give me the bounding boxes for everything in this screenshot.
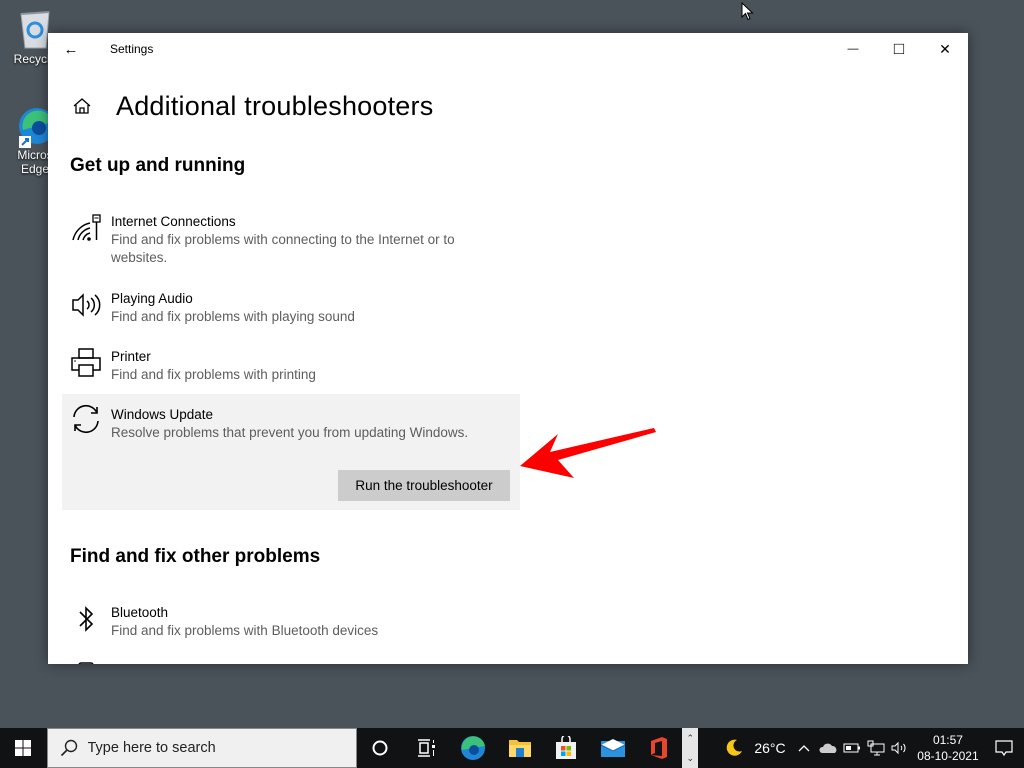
maximize-icon: □: [893, 39, 905, 58]
close-button[interactable]: ✕: [922, 33, 968, 65]
home-icon[interactable]: [70, 94, 94, 118]
back-arrow-icon: ←: [63, 40, 79, 58]
search-input[interactable]: [87, 740, 348, 756]
troubleshooter-playing-audio[interactable]: Playing Audio Find and fix problems with…: [62, 289, 520, 326]
item-name: Playing Audio: [111, 291, 193, 306]
annotation-arrow-icon: [520, 428, 656, 478]
chevron-up-icon: [798, 745, 810, 752]
printer-icon: [70, 347, 102, 379]
troubleshooter-printer[interactable]: Printer Find and fix problems with print…: [62, 347, 520, 384]
item-name: Internet Connections: [111, 214, 236, 229]
weather-button[interactable]: [720, 728, 748, 768]
taskbar-mail-button[interactable]: [589, 728, 636, 768]
item-name: Windows Update: [111, 407, 214, 422]
taskbar-office-button[interactable]: [636, 728, 683, 768]
start-button[interactable]: [0, 728, 47, 768]
item-description: Find and fix problems with printing: [111, 367, 316, 382]
chevron-down-icon: ⌄: [686, 752, 694, 763]
taskbar-search-box[interactable]: [46, 728, 357, 768]
mail-icon: [600, 739, 625, 757]
minimize-button[interactable]: —: [830, 33, 876, 65]
item-description: Find and fix problems with connecting to…: [111, 232, 455, 265]
sync-icon: [70, 403, 102, 435]
maximize-button[interactable]: □: [876, 33, 922, 65]
item-name: Printer: [111, 349, 151, 364]
run-troubleshooter-button[interactable]: Run the troubleshooter: [338, 470, 510, 501]
taskbar-edge-button[interactable]: [450, 728, 497, 768]
moon-icon: [726, 739, 742, 756]
minimize-icon: —: [847, 43, 859, 55]
system-tray: 26°C 01:57 08-10-2021: [720, 728, 1024, 768]
clock-time: 01:57: [932, 733, 963, 747]
bluetooth-icon: [70, 603, 102, 635]
battery-icon: [843, 743, 860, 753]
title-bar: ← Settings — □ ✕: [48, 33, 968, 65]
troubleshooter-directaccess[interactable]: Connection to a Workplace Using DirectAc…: [62, 661, 520, 664]
battery-button[interactable]: [840, 728, 864, 768]
device-icon: [70, 661, 102, 664]
onedrive-button[interactable]: [816, 728, 840, 768]
page-title: Additional troubleshooters: [116, 90, 434, 121]
network-icon: [867, 740, 885, 756]
edge-icon: [461, 736, 486, 760]
clock[interactable]: 01:57 08-10-2021: [912, 732, 984, 764]
store-icon: [556, 736, 577, 759]
close-icon: ✕: [939, 40, 951, 57]
troubleshooter-bluetooth[interactable]: Bluetooth Find and fix problems with Blu…: [62, 603, 520, 640]
task-view-button[interactable]: [403, 728, 450, 768]
office-icon: [651, 737, 668, 759]
folder-icon: [508, 740, 531, 757]
item-description: Find and fix problems with playing sound: [111, 309, 355, 324]
weather-temperature[interactable]: 26°C: [748, 728, 792, 768]
section-title-find-and-fix-other-problems: Find and fix other problems: [70, 546, 321, 567]
taskbar: ⌃ ⌄ 26°C 01:57 08-10-2021: [0, 728, 1024, 768]
action-center-button[interactable]: [984, 728, 1024, 768]
item-description: Resolve problems that prevent you from u…: [111, 425, 469, 440]
show-hidden-icons-button[interactable]: [792, 728, 816, 768]
mouse-cursor-icon: [741, 2, 754, 21]
settings-window: ← Settings — □ ✕ Additional troubleshoot…: [48, 33, 968, 664]
taskbar-store-button[interactable]: [543, 728, 590, 768]
taskbar-scroll-button[interactable]: ⌃ ⌄: [682, 728, 698, 768]
speaker-icon: [70, 289, 102, 321]
cortana-button[interactable]: [357, 728, 404, 768]
search-icon: [60, 739, 77, 757]
cortana-icon: [372, 740, 388, 756]
windows-logo-icon: [15, 740, 32, 756]
notification-icon: [995, 740, 1013, 756]
back-button[interactable]: ←: [48, 33, 94, 65]
chevron-up-icon: ⌃: [686, 732, 694, 743]
item-name: Bluetooth: [111, 605, 169, 620]
page-content: Additional troubleshooters Get up and ru…: [62, 89, 950, 664]
clock-date: 08-10-2021: [917, 749, 979, 763]
taskbar-file-explorer-button[interactable]: [496, 728, 543, 768]
window-title: Settings: [110, 42, 154, 56]
section-title-get-up-and-running: Get up and running: [70, 155, 246, 176]
wifi-network-icon: [70, 212, 102, 244]
troubleshooter-windows-update[interactable]: Windows Update Resolve problems that pre…: [62, 394, 520, 510]
network-button[interactable]: [864, 728, 888, 768]
task-view-icon: [417, 739, 435, 757]
troubleshooter-internet-connections[interactable]: Internet Connections Find and fix proble…: [62, 212, 520, 267]
item-description: Find and fix problems with Bluetooth dev…: [111, 623, 379, 638]
cloud-icon: [819, 743, 837, 753]
volume-button[interactable]: [888, 728, 912, 768]
item-name: Connection to a Workplace Using DirectAc…: [111, 661, 520, 664]
speaker-icon: [891, 741, 906, 755]
